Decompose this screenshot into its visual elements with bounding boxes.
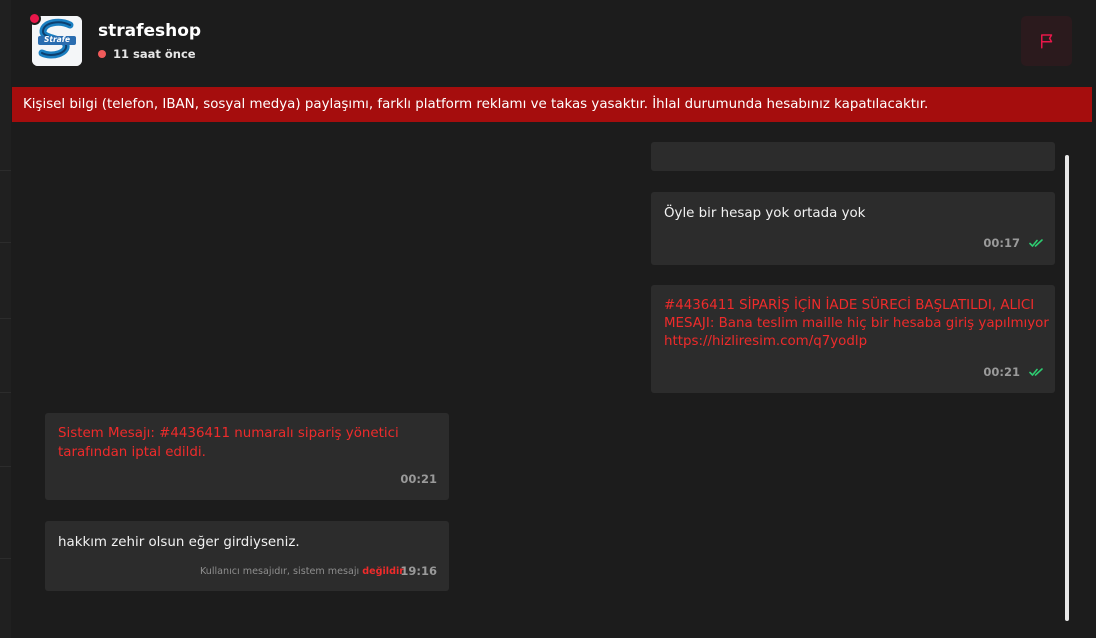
flag-icon — [1040, 34, 1052, 49]
notification-dot — [28, 12, 41, 25]
divider — [0, 170, 11, 171]
message-note-text: Kullanıcı mesajıdır, sistem mesajı — [199, 566, 360, 577]
warning-text: Kişisel bilgi (telefon, IBAN, sosyal med… — [23, 97, 929, 112]
divider — [0, 318, 11, 319]
message-text: hakkım zehir olsun eğer girdiyseniz. — [58, 535, 300, 550]
chat-panel: Strafe strafeshop 11 saat önce Kişisel b… — [11, 0, 1096, 638]
message-time: 00:17 — [983, 236, 1020, 250]
report-button[interactable] — [1021, 16, 1072, 66]
message-note-highlight: değildir — [362, 566, 404, 577]
divider — [0, 392, 11, 393]
message-text-line: Sistem Mesajı: #4436411 numaralı sipariş… — [58, 426, 399, 441]
read-checkmarks-icon — [1029, 239, 1043, 247]
divider — [0, 558, 11, 559]
last-seen-status: 11 saat önce — [98, 47, 196, 61]
message-bubble-outgoing: #4436411 SİPARİŞ İÇİN İADE SÜRECİ BAŞLAT… — [651, 285, 1055, 393]
last-seen-text: 11 saat önce — [113, 47, 196, 61]
message-time: 00:21 — [400, 472, 437, 486]
shop-name[interactable]: strafeshop — [98, 21, 201, 41]
avatar-logo-text: Strafe — [44, 35, 71, 44]
message-bubble-incoming: hakkım zehir olsun eğer girdiyseniz. Kul… — [45, 521, 449, 591]
divider — [0, 242, 11, 243]
message-bubble-partial — [651, 142, 1055, 171]
message-bubble-outgoing: Öyle bir hesap yok ortada yok 00:17 — [651, 192, 1055, 265]
divider — [0, 466, 11, 467]
read-checkmarks-icon — [1029, 368, 1043, 376]
message-bubble-system: Sistem Mesajı: #4436411 numaralı sipariş… — [45, 413, 449, 500]
message-time: 00:21 — [983, 365, 1020, 379]
message-note: Kullanıcı mesajıdır, sistem mesajı değil… — [200, 566, 404, 577]
message-list[interactable]: Öyle bir hesap yok ortada yok 00:17 #443… — [11, 122, 1096, 638]
message-text-line: MESAJI: Bana teslim maille hiç bir hesab… — [664, 316, 1049, 331]
message-text-line: tarafından iptal edildi. — [58, 445, 206, 460]
message-text: Öyle bir hesap yok ortada yok — [664, 206, 866, 221]
left-side-panel — [0, 0, 11, 638]
chat-header: Strafe strafeshop 11 saat önce — [11, 0, 1096, 86]
message-link[interactable]: https://hizliresim.com/q7yodlp — [664, 333, 867, 351]
avatar[interactable]: Strafe — [32, 16, 82, 66]
message-text-line: #4436411 SİPARİŞ İÇİN İADE SÜRECİ BAŞLAT… — [664, 298, 1035, 313]
scrollbar[interactable] — [1065, 155, 1069, 621]
message-time: 19:16 — [400, 564, 437, 578]
offline-status-icon — [98, 50, 106, 58]
warning-banner: Kişisel bilgi (telefon, IBAN, sosyal med… — [12, 87, 1092, 122]
